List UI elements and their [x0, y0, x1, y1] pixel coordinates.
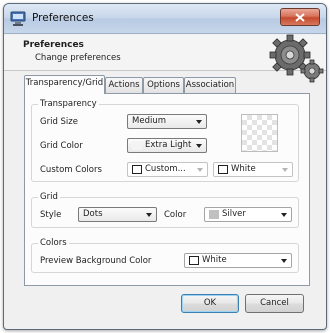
preferences-app-icon — [10, 11, 26, 27]
grid-color-select[interactable]: Extra Light — [127, 138, 207, 153]
grid-size-label: Grid Size — [40, 117, 78, 127]
cancel-button[interactable]: Cancel — [245, 294, 304, 313]
white-swatch — [189, 256, 199, 265]
preview-background-color-label: Preview Background Color — [40, 256, 152, 266]
chevron-down-icon — [196, 144, 202, 148]
header-subtitle: Change preferences — [35, 53, 121, 63]
tab-actions[interactable]: Actions — [105, 77, 143, 93]
transparency-group: Transparency Grid Size Medium Grid Color… — [31, 99, 299, 182]
silver-swatch — [209, 210, 219, 219]
grid-style-value: Dots — [83, 209, 103, 219]
extra-light-swatch — [132, 141, 142, 150]
grid-group: Grid Style Dots Color Silver — [31, 192, 299, 228]
preview-background-color-value: White — [202, 255, 227, 265]
custom-colors-label: Custom Colors — [40, 165, 102, 175]
tab-options[interactable]: Options — [143, 77, 184, 93]
chevron-down-icon — [281, 213, 287, 217]
chevron-down-icon — [281, 259, 287, 263]
grid-line-color-select[interactable]: Silver — [204, 207, 292, 222]
preferences-window: Preferences Preferences Change preferenc… — [3, 3, 327, 330]
gears-icon — [252, 31, 324, 83]
custom-color-2-swatch — [218, 165, 228, 174]
transparency-preview — [241, 114, 278, 152]
tab-association[interactable]: Association — [184, 77, 236, 93]
grid-color-label-2: Color — [164, 210, 187, 220]
chevron-down-icon — [196, 120, 202, 124]
close-button[interactable] — [280, 8, 320, 26]
header-band: Preferences Change preferences — [4, 34, 326, 83]
title-bar[interactable]: Preferences — [4, 4, 326, 34]
preview-background-color-select[interactable]: White — [184, 253, 292, 268]
chevron-down-icon — [146, 213, 152, 217]
colors-group-title: Colors — [38, 238, 69, 248]
window-title: Preferences — [32, 12, 94, 24]
chevron-down-icon — [197, 168, 203, 172]
custom-color-1-value: Custom... — [145, 164, 186, 174]
close-icon — [295, 12, 305, 22]
grid-size-select[interactable]: Medium — [127, 114, 207, 129]
grid-group-title: Grid — [38, 192, 60, 202]
tab-panel-transparency-grid: Transparency Grid Size Medium Grid Color… — [24, 93, 310, 286]
grid-size-value: Medium — [132, 116, 166, 126]
grid-line-color-value: Silver — [222, 209, 246, 219]
custom-color-1-swatch — [132, 165, 142, 174]
grid-color-label: Grid Color — [40, 141, 83, 151]
chevron-down-icon — [282, 168, 288, 172]
ok-button[interactable]: OK — [181, 294, 239, 313]
colors-group: Colors Preview Background Color White — [31, 238, 299, 273]
transparency-group-title: Transparency — [38, 99, 99, 109]
custom-color-1-select[interactable]: Custom... — [127, 162, 208, 177]
tab-transparency-grid[interactable]: Transparency/Grid — [24, 75, 105, 94]
grid-style-label: Style — [40, 210, 62, 220]
custom-color-2-select[interactable]: White — [213, 162, 293, 177]
grid-color-value: Extra Light — [145, 140, 192, 150]
grid-style-select[interactable]: Dots — [78, 207, 157, 222]
custom-color-2-value: White — [231, 164, 256, 174]
header-title: Preferences — [23, 40, 84, 50]
